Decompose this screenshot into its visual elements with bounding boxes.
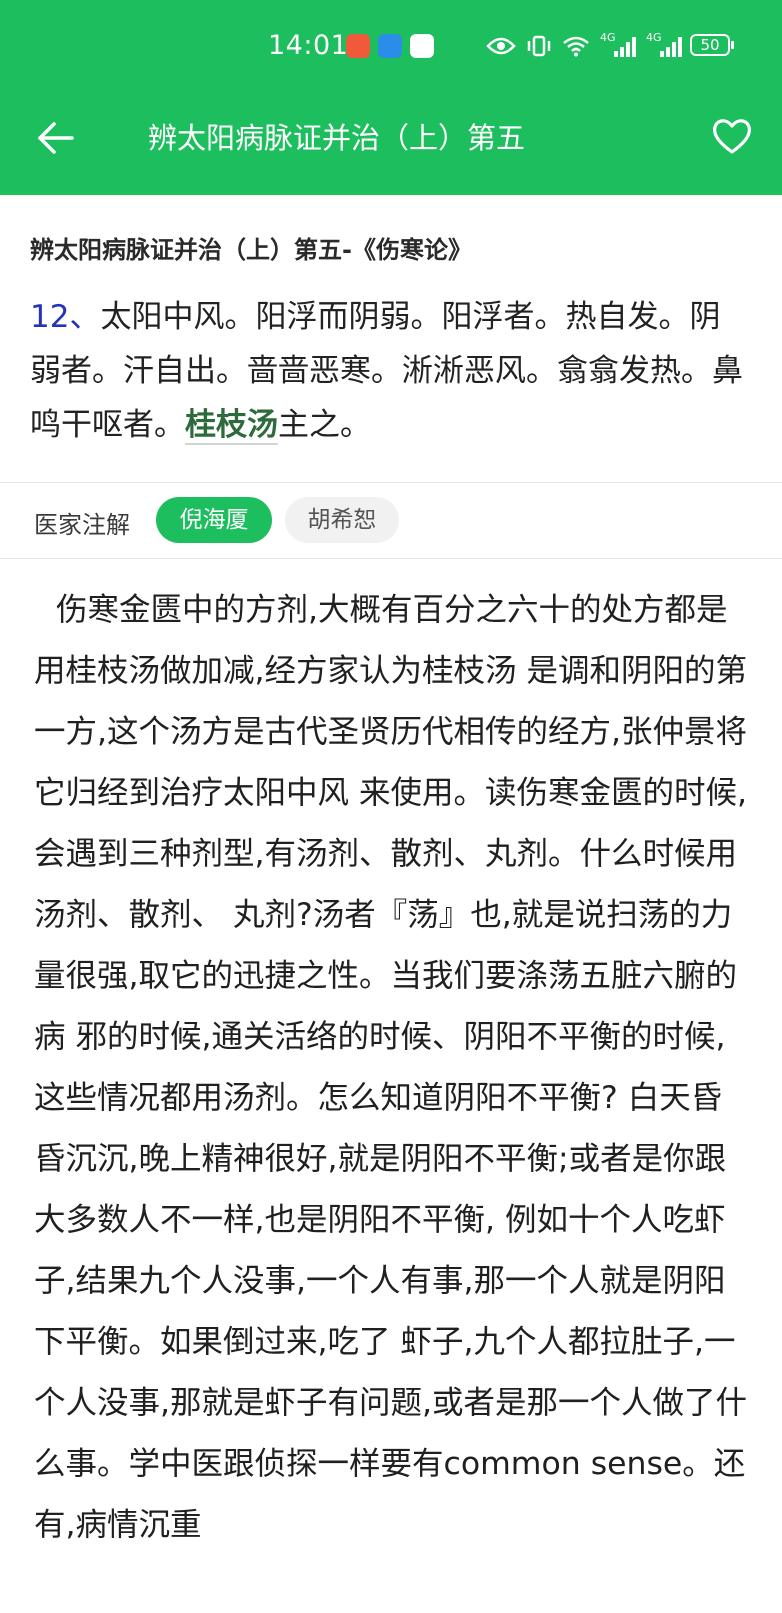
back-arrow-icon[interactable]	[34, 116, 78, 160]
eye-icon	[486, 37, 516, 55]
cellular-signal-1-icon: 4G	[600, 31, 636, 57]
status-icons: 4G 4G	[486, 30, 682, 62]
network-type-label: 4G	[646, 31, 662, 44]
app-header: 14:01 4G 4G 50 辨太阳病脉证并治（上）第五	[0, 0, 782, 195]
cellular-signal-2-icon: 4G	[646, 31, 682, 57]
tab-hu-xishu[interactable]: 胡希恕	[285, 497, 399, 543]
favorite-heart-icon[interactable]	[710, 114, 754, 158]
chapter-subtitle: 辨太阳病脉证并治（上）第五-《伤寒论》	[30, 236, 472, 264]
status-time: 14:01	[268, 30, 349, 61]
network-type-label: 4G	[600, 31, 616, 44]
verse-ending: 主之。	[278, 407, 371, 443]
verse-body: 太阳中风。阳浮而阴弱。阳浮者。热自发。阴弱者。汗自出。啬啬恶寒。淅淅恶风。翕翕发…	[30, 299, 743, 443]
battery-icon: 50	[690, 34, 734, 56]
commentary-body: 伤寒金匮中的方剂,大概有百分之六十的处方都是用桂枝汤做加减,经方家认为桂枝汤 是…	[34, 592, 748, 1543]
commentary-tabs: 医家注解 倪海厦 胡希恕	[0, 485, 782, 557]
tab-ni-haixia[interactable]: 倪海厦	[156, 497, 272, 543]
verse-number: 12、	[30, 299, 101, 335]
divider	[0, 482, 782, 483]
wifi-icon	[563, 36, 589, 57]
message-app-icon	[378, 34, 402, 58]
divider	[0, 558, 782, 559]
notification-app-icon	[346, 34, 370, 58]
page-title: 辨太阳病脉证并治（上）第五	[148, 121, 526, 155]
qq-app-icon	[410, 34, 434, 58]
vibrate-icon	[527, 35, 551, 57]
verse-text: 12、太阳中风。阳浮而阴弱。阳浮者。热自发。阴弱者。汗自出。啬啬恶寒。淅淅恶风。…	[30, 290, 750, 452]
formula-link[interactable]: 桂枝汤	[185, 407, 278, 445]
status-bar: 14:01 4G 4G 50	[0, 28, 782, 64]
commentary-label: 医家注解	[34, 511, 130, 539]
